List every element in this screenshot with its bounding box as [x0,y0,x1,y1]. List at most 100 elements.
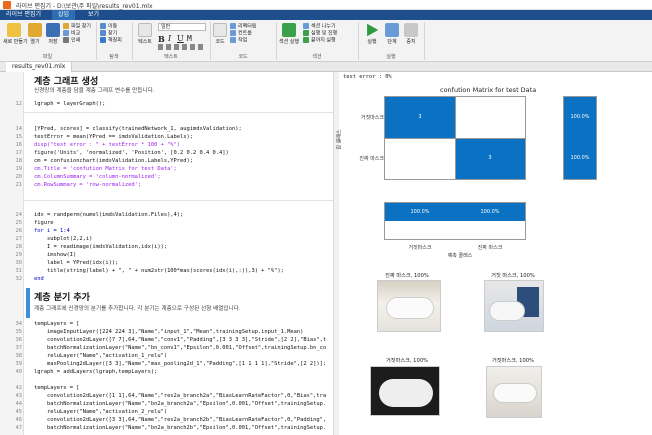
photo-title: 거짓마스크, 100% [386,358,428,364]
code-line[interactable]: disp("test error : " + testError * 100 +… [34,142,180,148]
code-line[interactable]: reluLayer("Name","activation_2_relu") [34,409,167,415]
code-line[interactable]: I = readimage(imdsValidation,idx(i)); [34,244,167,250]
line-number: 34 [15,321,23,327]
column-label: 진짜 마스크 [477,245,503,251]
text-button[interactable]: 텍스트 [135,23,155,45]
code-line[interactable]: figure('Units', 'normalized', 'Position'… [34,150,229,156]
code-line[interactable]: batchNormalizationLayer("Name","bn2a_bra… [34,425,326,431]
code-line[interactable]: batchNormalizationLayer("Name","bn2a_bra… [34,401,326,407]
code-line[interactable]: convolution2dLayer([1 1],64,"Name","res2… [34,393,326,399]
new-file-icon [7,23,21,37]
compare-icon [63,30,69,36]
line-number: 25 [15,220,23,226]
find-button[interactable]: 찾기 [100,30,122,37]
control-button[interactable]: 컨트롤 [230,30,256,37]
code-line[interactable]: lgraph = addLayers(lgraph,tempLayers); [34,369,157,375]
tab-insert[interactable]: 삽입 [52,10,76,20]
code-line[interactable]: tempLayers = [ [34,385,79,391]
section-run-button[interactable]: 섹션 실행 [279,23,299,45]
stop-button[interactable]: 중지 [404,23,418,45]
save-button[interactable]: 저장 [45,23,61,45]
run-button[interactable]: 실행 [364,23,380,45]
ribbon-tab-bar: 라이브 편집기 삽입 보기 [0,10,652,20]
underline-button[interactable]: U [177,34,184,43]
section-break-icon [303,23,309,29]
line-number: 20 [15,174,23,180]
document-tab[interactable]: results_rev01.mlx [6,62,73,72]
mask-photo [484,280,544,332]
monospace-button[interactable]: M [187,34,192,43]
code-button[interactable]: 코드 [213,23,227,45]
bold-button[interactable]: B [158,34,165,44]
code-line[interactable]: cm.ColumnSummary = 'column-normalized'; [34,174,161,180]
x-axis-label: 예측 클래스 [447,253,473,259]
step-button[interactable]: 단계 [385,23,399,45]
code-line[interactable]: cm = confusionchart(imdsValidation.Label… [34,158,193,164]
document-tab-bar: results_rev01.mlx [0,62,652,72]
y-axis-label: 참 클래스 [336,129,343,150]
column-summary-value: 100.0% [410,209,430,215]
window-title: 라이브 편집기 - D:\보관\주 파일\results_rev01.mlx [16,3,153,10]
code-line[interactable]: batchNormalizationLayer("Name","bn_conv1… [34,345,326,351]
group-run-label: 실행 [386,54,396,60]
line-number: 27 [15,236,23,242]
line-number: 40 [15,369,23,375]
code-line[interactable]: testError = mean(YPred == imdsValidation… [34,134,193,140]
step-icon [385,23,399,37]
code-line[interactable]: tempLayers = [ [34,321,79,327]
mask-image [493,383,537,403]
tab-view[interactable]: 보기 [82,10,105,20]
code-line[interactable]: [YPred, scores] = classify(trainedNetwor… [34,126,242,132]
code-line[interactable]: end [34,276,44,282]
matrix-gridline [385,138,525,139]
code-line[interactable]: maxPooling2dLayer([3 3],"Name","max_pool… [34,361,326,367]
column-summary-value: 100.0% [480,209,500,215]
run-advance-button[interactable]: 실행 및 진행 [303,30,337,37]
new-button[interactable]: 새로 만들기 [3,23,28,45]
code-line[interactable]: figure [34,220,53,226]
code-line[interactable]: idx = randperm(numel(imdsValidation.File… [34,212,183,218]
line-number: 16 [15,142,23,148]
task-icon [230,37,236,43]
run-to-end-button[interactable]: 끝까지 실행 [303,37,337,44]
search-icon [100,30,106,36]
group-file-label: 파일 [42,54,53,60]
format-toolbar[interactable] [158,44,206,50]
group-section-label: 섹션 [312,54,322,60]
section-break-button[interactable]: 섹션 나누기 [303,23,337,30]
code-line[interactable]: cm.RowSummary = 'row-normalized'; [34,182,141,188]
code-line[interactable]: cm.Title = 'confution Matrix for test Da… [34,166,177,172]
code-line[interactable]: subplot(2,2,i) [34,236,92,242]
mask-image [379,379,433,407]
row-summary-value: 100.0% [570,155,590,161]
print-button[interactable]: 인쇄 [63,37,91,44]
tab-live-editor[interactable]: 라이브 편집기 [0,10,47,20]
code-line[interactable]: imshow(I) [34,252,76,258]
code-line[interactable]: imageInputLayer([224 224 3],"Name","inpu… [34,329,303,335]
line-number: 35 [15,329,23,335]
refactor-button[interactable]: 리팩터링 [230,23,256,30]
line-number: 43 [15,393,23,399]
style-select[interactable]: 일반 [158,23,206,31]
run-to-end-icon [303,37,309,43]
mask-photo [370,366,440,416]
control-icon [230,30,236,36]
photo-title: 거짓마스크, 100% [492,358,534,364]
find-files-button[interactable]: 파일 찾기 [63,23,91,30]
code-line[interactable]: reluLayer("Name","activation_1_relu") [34,353,167,359]
code-line[interactable]: for i = 1:4 [34,228,70,234]
bookmark-icon [100,37,106,43]
open-button[interactable]: 열기 [27,23,43,45]
compare-button[interactable]: 비교 [63,30,91,37]
goto-button[interactable]: 이동 [100,23,122,30]
line-number: 21 [15,182,23,188]
code-line[interactable]: lgraph = layerGraph(); [34,101,105,107]
test-error-output: test error : 0% [343,74,392,80]
code-line[interactable]: title(string(label) + ", " + num2str(100… [34,268,284,274]
code-line[interactable]: label = YPred(idx(i)); [34,260,118,266]
italic-button[interactable]: I [168,34,171,43]
code-line[interactable]: convolution2dLayer([3 3],64,"Name","res2… [34,417,326,423]
task-button[interactable]: 작업 [230,37,256,44]
bookmark-button[interactable]: 책갈피 [100,37,122,44]
code-line[interactable]: convolution2dLayer([7 7],64,"Name","conv… [34,337,326,343]
